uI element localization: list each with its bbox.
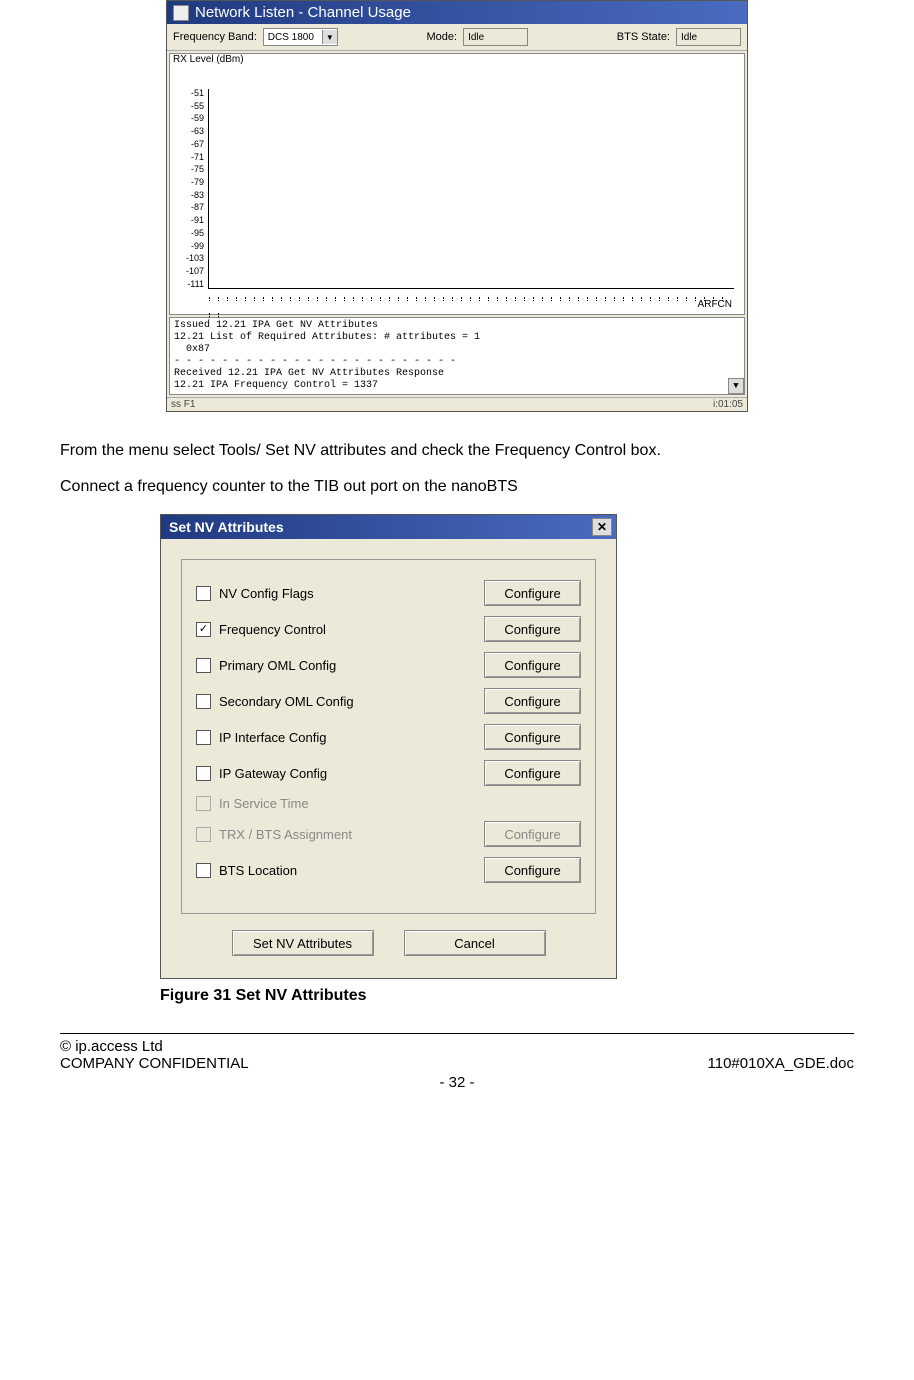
attributes-frame: NV Config Flags Configure ✓ Frequency Contr… — [181, 559, 596, 914]
status-right: i:01:05 — [713, 399, 743, 410]
chart-title: RX Level (dBm) — [170, 54, 247, 65]
footer-confidential: COMPANY CONFIDENTIAL — [60, 1055, 249, 1072]
checkbox-label: Frequency Control — [219, 622, 326, 637]
checkbox-label: Primary OML Config — [219, 658, 336, 673]
instruction-para-2: Connect a frequency counter to the TIB o… — [60, 478, 854, 496]
dialog-title: Set NV Attributes — [169, 519, 284, 535]
configure-button[interactable]: Configure — [484, 760, 581, 786]
attr-row: BTS Location Configure — [196, 857, 581, 883]
instruction-para-1: From the menu select Tools/ Set NV attri… — [60, 442, 854, 460]
attr-row: In Service Time — [196, 796, 581, 811]
checkbox — [196, 796, 211, 811]
configure-button: Configure — [484, 821, 581, 847]
freq-band-value: DCS 1800 — [264, 32, 322, 43]
bts-state-value: Idle — [676, 28, 741, 46]
mode-label: Mode: — [427, 31, 458, 43]
checkbox-label: In Service Time — [219, 796, 309, 811]
chevron-down-icon[interactable]: ▼ — [322, 30, 337, 44]
cancel-button[interactable]: Cancel — [404, 930, 546, 956]
configure-button[interactable]: Configure — [484, 724, 581, 750]
app-icon — [173, 5, 189, 21]
checkbox[interactable]: ✓ — [196, 622, 211, 637]
page-footer: © ip.access Ltd COMPANY CONFIDENTIAL 110… — [60, 1038, 854, 1091]
status-bar: ss F1 i:01:05 — [167, 397, 747, 411]
figure-caption: Figure 31 Set NV Attributes — [160, 987, 854, 1005]
checkbox-label: Secondary OML Config — [219, 694, 354, 709]
checkbox-label: IP Interface Config — [219, 730, 326, 745]
freq-band-combo[interactable]: DCS 1800 ▼ — [263, 28, 338, 46]
scroll-down-button[interactable]: ▼ — [728, 378, 744, 394]
toolbar: Frequency Band: DCS 1800 ▼ Mode: Idle BT… — [167, 24, 747, 51]
rx-level-chart: RX Level (dBm) -51-55-59-63-67-71-75-79-… — [169, 53, 745, 315]
close-button[interactable]: ✕ — [592, 518, 612, 536]
checkbox[interactable] — [196, 863, 211, 878]
checkbox[interactable] — [196, 766, 211, 781]
checkbox-label: NV Config Flags — [219, 586, 314, 601]
checkbox — [196, 827, 211, 842]
log-output: Issued 12.21 IPA Get NV Attributes 12.21… — [169, 317, 745, 395]
checkbox-label: BTS Location — [219, 863, 297, 878]
freq-band-label: Frequency Band: — [173, 31, 257, 43]
attr-row: ✓ Frequency Control Configure — [196, 616, 581, 642]
checkbox-label: IP Gateway Config — [219, 766, 327, 781]
set-nv-attributes-button[interactable]: Set NV Attributes — [232, 930, 374, 956]
checkbox-label: TRX / BTS Assignment — [219, 827, 352, 842]
configure-button[interactable]: Configure — [484, 857, 581, 883]
attr-row: Primary OML Config Configure — [196, 652, 581, 678]
checkbox[interactable] — [196, 730, 211, 745]
mode-value: Idle — [463, 28, 528, 46]
attr-row: NV Config Flags Configure — [196, 580, 581, 606]
configure-button[interactable]: Configure — [484, 616, 581, 642]
bts-state-label: BTS State: — [617, 31, 670, 43]
configure-button[interactable]: Configure — [484, 688, 581, 714]
status-left: ss F1 — [171, 399, 195, 410]
attr-row: IP Gateway Config Configure — [196, 760, 581, 786]
footer-docname: 110#010XA_GDE.doc — [708, 1055, 855, 1072]
attr-row: IP Interface Config Configure — [196, 724, 581, 750]
checkbox[interactable] — [196, 586, 211, 601]
y-axis-ticks: -51-55-59-63-67-71-75-79-83-87-91-95-99-… — [178, 89, 204, 289]
dialog-titlebar[interactable]: Set NV Attributes ✕ — [161, 515, 616, 539]
footer-copyright: © ip.access Ltd — [60, 1038, 854, 1055]
plot-area — [208, 89, 734, 289]
window-titlebar[interactable]: Network Listen - Channel Usage — [167, 1, 747, 24]
window-title: Network Listen - Channel Usage — [195, 4, 411, 21]
footer-page-number: - 32 - — [60, 1074, 854, 1091]
network-listen-window: Network Listen - Channel Usage Frequency… — [166, 0, 748, 412]
configure-button[interactable]: Configure — [484, 580, 581, 606]
checkbox[interactable] — [196, 658, 211, 673]
attr-row: TRX / BTS Assignment Configure — [196, 821, 581, 847]
configure-button[interactable]: Configure — [484, 652, 581, 678]
attr-row: Secondary OML Config Configure — [196, 688, 581, 714]
checkbox[interactable] — [196, 694, 211, 709]
x-axis-ticks — [209, 288, 734, 292]
x-axis-label: ARFCN — [698, 299, 732, 310]
set-nv-attributes-dialog: Set NV Attributes ✕ NV Config Flags Confi… — [160, 514, 617, 979]
